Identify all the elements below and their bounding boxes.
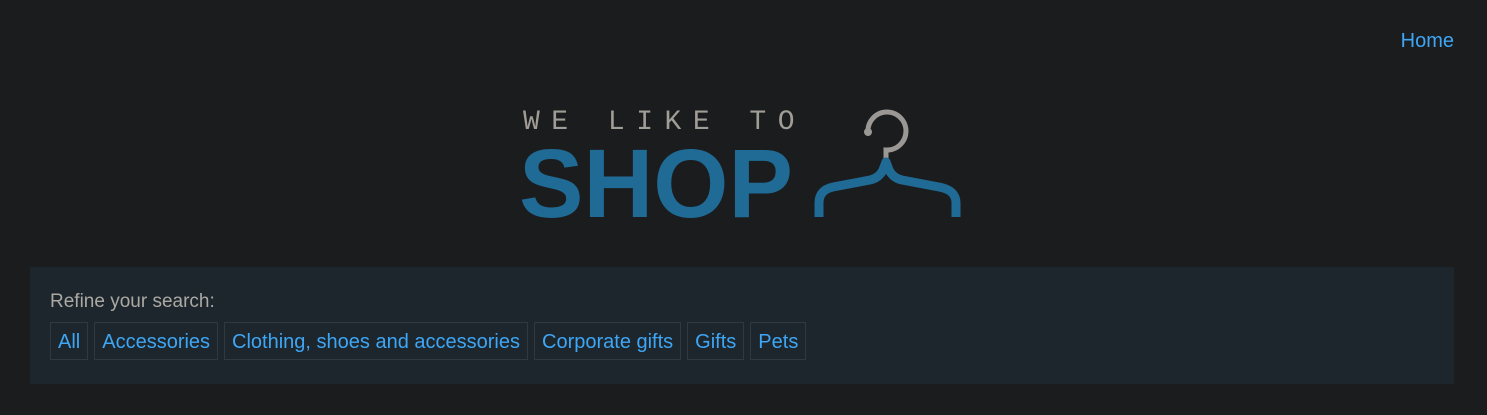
site-logo[interactable]: WE LIKE TO SHOP [515,100,975,230]
refine-label: Refine your search: [50,291,215,312]
category-filters: All Accessories Clothing, shoes and acce… [50,322,807,360]
logo-wordmark: SHOP [519,129,793,230]
clothes-hanger-icon [814,109,961,217]
logo-graphic: WE LIKE TO SHOP [519,107,961,230]
home-link[interactable]: Home [1401,30,1454,52]
filter-all[interactable]: All [50,322,89,360]
refine-search-panel: Refine your search: All Accessories Clot… [30,267,1454,384]
filter-pets[interactable]: Pets [750,322,807,360]
page: Home WE LIKE TO SHOP Refine your search:… [0,0,1487,415]
top-nav: Home [1401,30,1454,53]
filter-gifts[interactable]: Gifts [687,322,745,360]
filter-accessories[interactable]: Accessories [94,322,219,360]
filter-clothing-shoes-accessories[interactable]: Clothing, shoes and accessories [224,322,528,360]
filter-corporate-gifts[interactable]: Corporate gifts [534,322,682,360]
